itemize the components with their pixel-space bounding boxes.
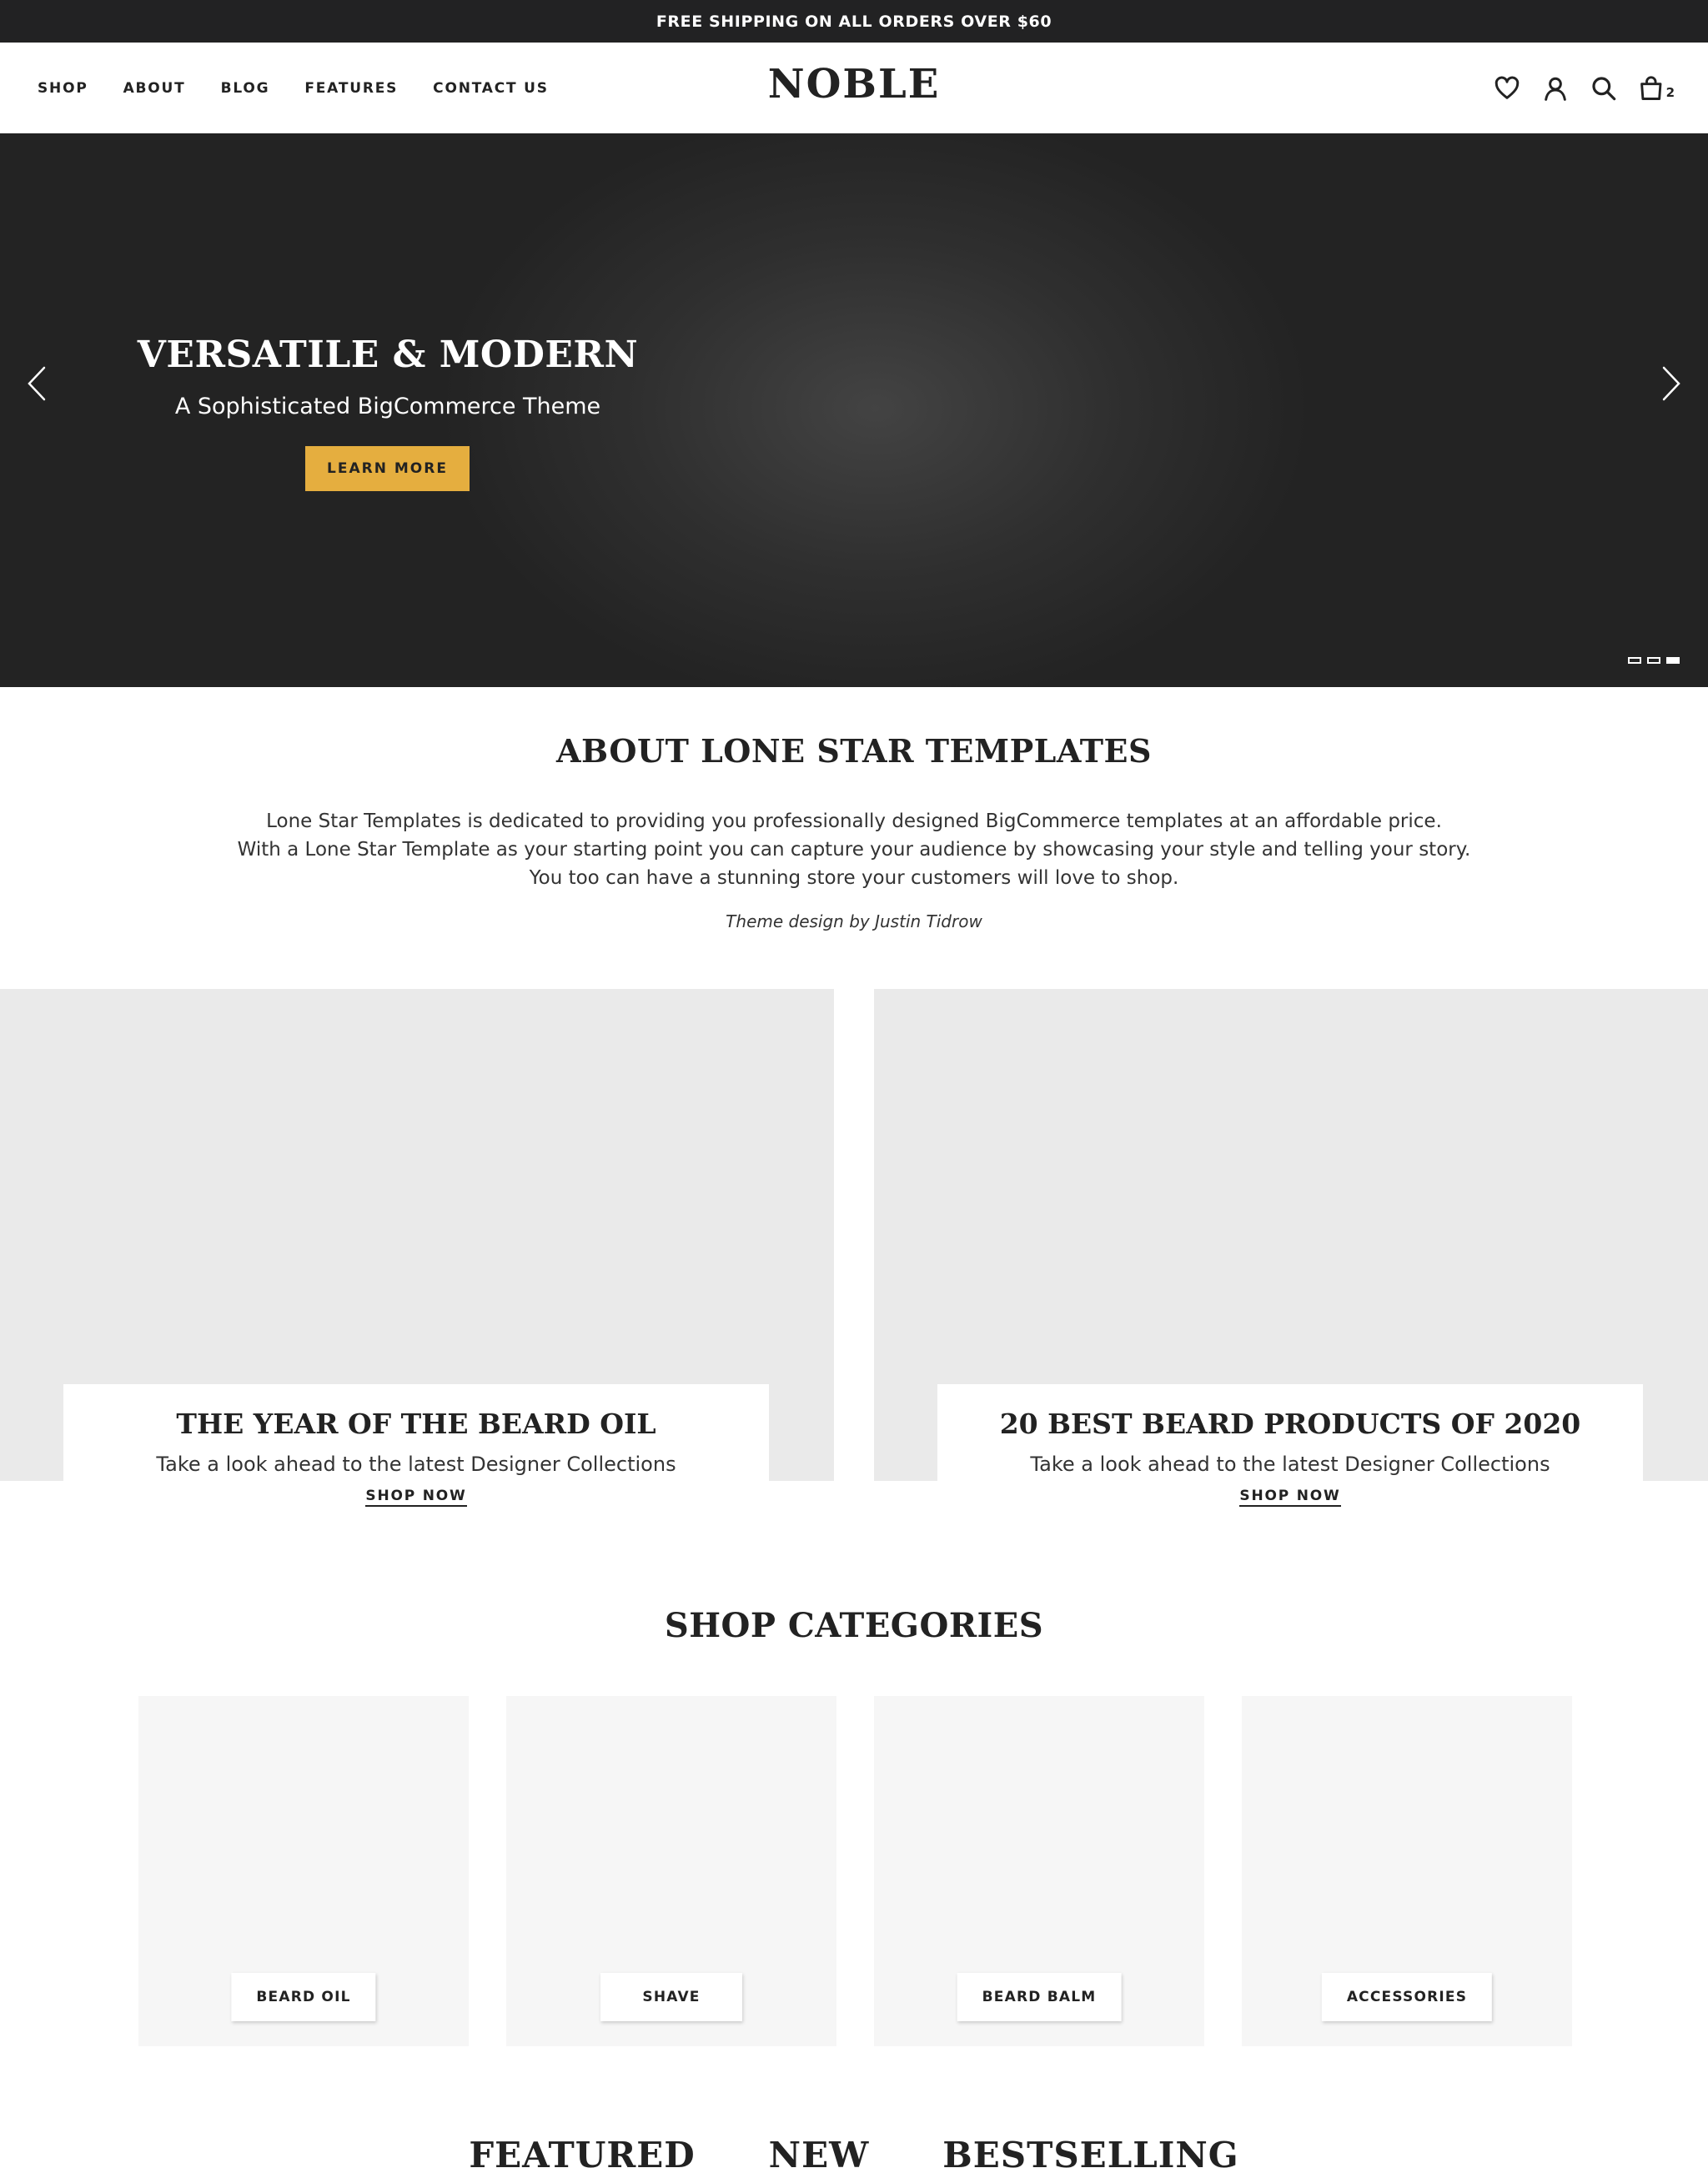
- shop-now-link[interactable]: SHOP NOW: [1239, 1488, 1341, 1507]
- promo-subtitle: Take a look ahead to the latest Designer…: [156, 1453, 676, 1476]
- about-line-2: With a Lone Star Template as your starti…: [237, 839, 1471, 861]
- chevron-left-icon: [28, 366, 46, 401]
- category-label[interactable]: SHAVE: [600, 1973, 742, 2021]
- site-logo[interactable]: NOBLE: [0, 61, 1708, 108]
- slider-prev-button[interactable]: [20, 359, 53, 409]
- wishlist-button[interactable]: [1493, 74, 1521, 103]
- tab-bestselling[interactable]: BESTSELLING: [942, 2135, 1238, 2168]
- slider-next-button[interactable]: [1655, 359, 1688, 409]
- learn-more-button[interactable]: LEARN MORE: [305, 446, 470, 491]
- search-icon: [1592, 76, 1616, 100]
- slider-dot-3[interactable]: [1666, 657, 1680, 664]
- announcement-text: FREE SHIPPING ON ALL ORDERS OVER $60: [656, 12, 1052, 31]
- hero-title: VERSATILE & MODERN: [137, 334, 639, 376]
- cart-count-badge: 2: [1665, 84, 1675, 100]
- category-card-shave[interactable]: SHAVE: [506, 1696, 836, 2046]
- slider-dot-1[interactable]: [1628, 657, 1641, 664]
- category-card-beard-oil[interactable]: BEARD OIL: [138, 1696, 469, 2046]
- promo-card-1: THE YEAR OF THE BEARD OIL Take a look ah…: [63, 1384, 769, 1518]
- promo-card-2: 20 BEST BEARD PRODUCTS OF 2020 Take a lo…: [937, 1384, 1643, 1518]
- category-label[interactable]: BEARD BALM: [957, 1973, 1122, 2021]
- hero-slider: VERSATILE & MODERN A Sophisticated BigCo…: [0, 133, 1708, 687]
- shop-categories-title: SHOP CATEGORIES: [664, 1606, 1044, 1645]
- tab-new[interactable]: NEW: [769, 2135, 870, 2168]
- category-card-beard-balm[interactable]: BEARD BALM: [874, 1696, 1204, 2046]
- chevron-right-icon: [1662, 366, 1680, 401]
- search-button[interactable]: [1590, 74, 1618, 103]
- cart-button[interactable]: 2: [1638, 74, 1675, 103]
- category-label[interactable]: ACCESSORIES: [1321, 1973, 1493, 2021]
- site-header: SHOP ABOUT BLOG FEATURES CONTACT US NOBL…: [0, 43, 1708, 133]
- about-credit: Theme design by Justin Tidrow: [726, 911, 982, 931]
- slider-dots: [1622, 657, 1680, 664]
- promo-title: 20 BEST BEARD PRODUCTS OF 2020: [999, 1408, 1581, 1440]
- announcement-bar: FREE SHIPPING ON ALL ORDERS OVER $60: [0, 0, 1708, 43]
- slider-dot-2[interactable]: [1647, 657, 1660, 664]
- bag-icon: [1640, 75, 1662, 100]
- hero-subtitle: A Sophisticated BigCommerce Theme: [174, 394, 601, 419]
- category-label[interactable]: BEARD OIL: [231, 1973, 376, 2021]
- account-button[interactable]: [1541, 74, 1570, 103]
- about-text: Lone Star Templates is dedicated to prov…: [0, 807, 1708, 892]
- header-icons: 2: [1473, 43, 1675, 133]
- tab-featured[interactable]: FEATURED: [469, 2135, 695, 2168]
- promo-title: THE YEAR OF THE BEARD OIL: [176, 1408, 656, 1440]
- about-line-1: Lone Star Templates is dedicated to prov…: [266, 810, 1442, 832]
- promo-subtitle: Take a look ahead to the latest Designer…: [1030, 1453, 1550, 1476]
- product-tabs: FEATURED NEW BESTSELLING: [0, 2135, 1708, 2168]
- user-icon: [1545, 77, 1566, 101]
- shop-now-link[interactable]: SHOP NOW: [365, 1488, 467, 1507]
- heart-icon: [1494, 76, 1520, 99]
- about-line-3: You too can have a stunning store your c…: [529, 867, 1179, 889]
- about-title: ABOUT LONE STAR TEMPLATES: [556, 732, 1152, 770]
- category-card-accessories[interactable]: ACCESSORIES: [1242, 1696, 1572, 2046]
